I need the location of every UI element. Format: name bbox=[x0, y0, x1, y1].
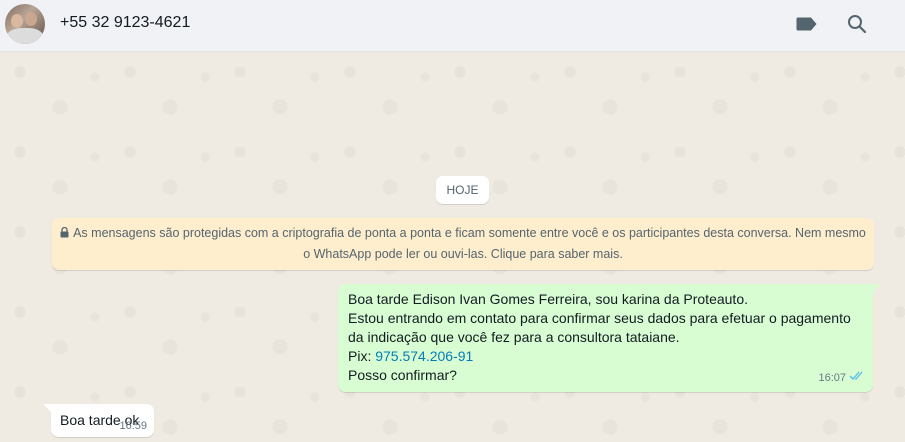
encryption-notice-line1: As mensagens são protegidas com a cripto… bbox=[73, 226, 866, 240]
date-chip: HOJE bbox=[436, 176, 489, 204]
contact-avatar[interactable] bbox=[5, 4, 45, 44]
message-line: Estou entrando em contato para confirmar… bbox=[348, 310, 851, 326]
message-line: da indicação que você fez para a consult… bbox=[348, 329, 680, 345]
contact-name[interactable]: +55 32 9123-4621 bbox=[60, 14, 190, 32]
incoming-message[interactable]: Boa tarde ok 16:59 bbox=[43, 404, 154, 437]
lock-icon bbox=[60, 224, 69, 244]
outgoing-message[interactable]: Boa tarde Edison Ivan Gomes Ferreira, so… bbox=[338, 284, 881, 392]
chat-header: +55 32 9123-4621 bbox=[0, 0, 905, 52]
message-meta: 16:07 bbox=[818, 369, 865, 388]
encryption-notice[interactable]: As mensagens são protegidas com a cripto… bbox=[52, 218, 874, 270]
pix-number-link[interactable]: 975.574.206-91 bbox=[375, 348, 473, 364]
double-check-icon bbox=[849, 369, 865, 388]
message-line: Posso confirmar? bbox=[348, 367, 457, 383]
pix-label: Pix: bbox=[348, 348, 376, 364]
search-icon[interactable] bbox=[845, 12, 869, 36]
pix-line: Pix: 975.574.206-91 bbox=[348, 347, 863, 366]
label-icon[interactable] bbox=[795, 12, 819, 36]
message-time: 16:59 bbox=[119, 420, 147, 432]
message-time: 16:07 bbox=[818, 372, 846, 384]
message-line: Boa tarde Edison Ivan Gomes Ferreira, so… bbox=[348, 291, 748, 307]
encryption-notice-line2: o WhatsApp pode ler ou ouvi-las. Clique … bbox=[303, 247, 623, 261]
